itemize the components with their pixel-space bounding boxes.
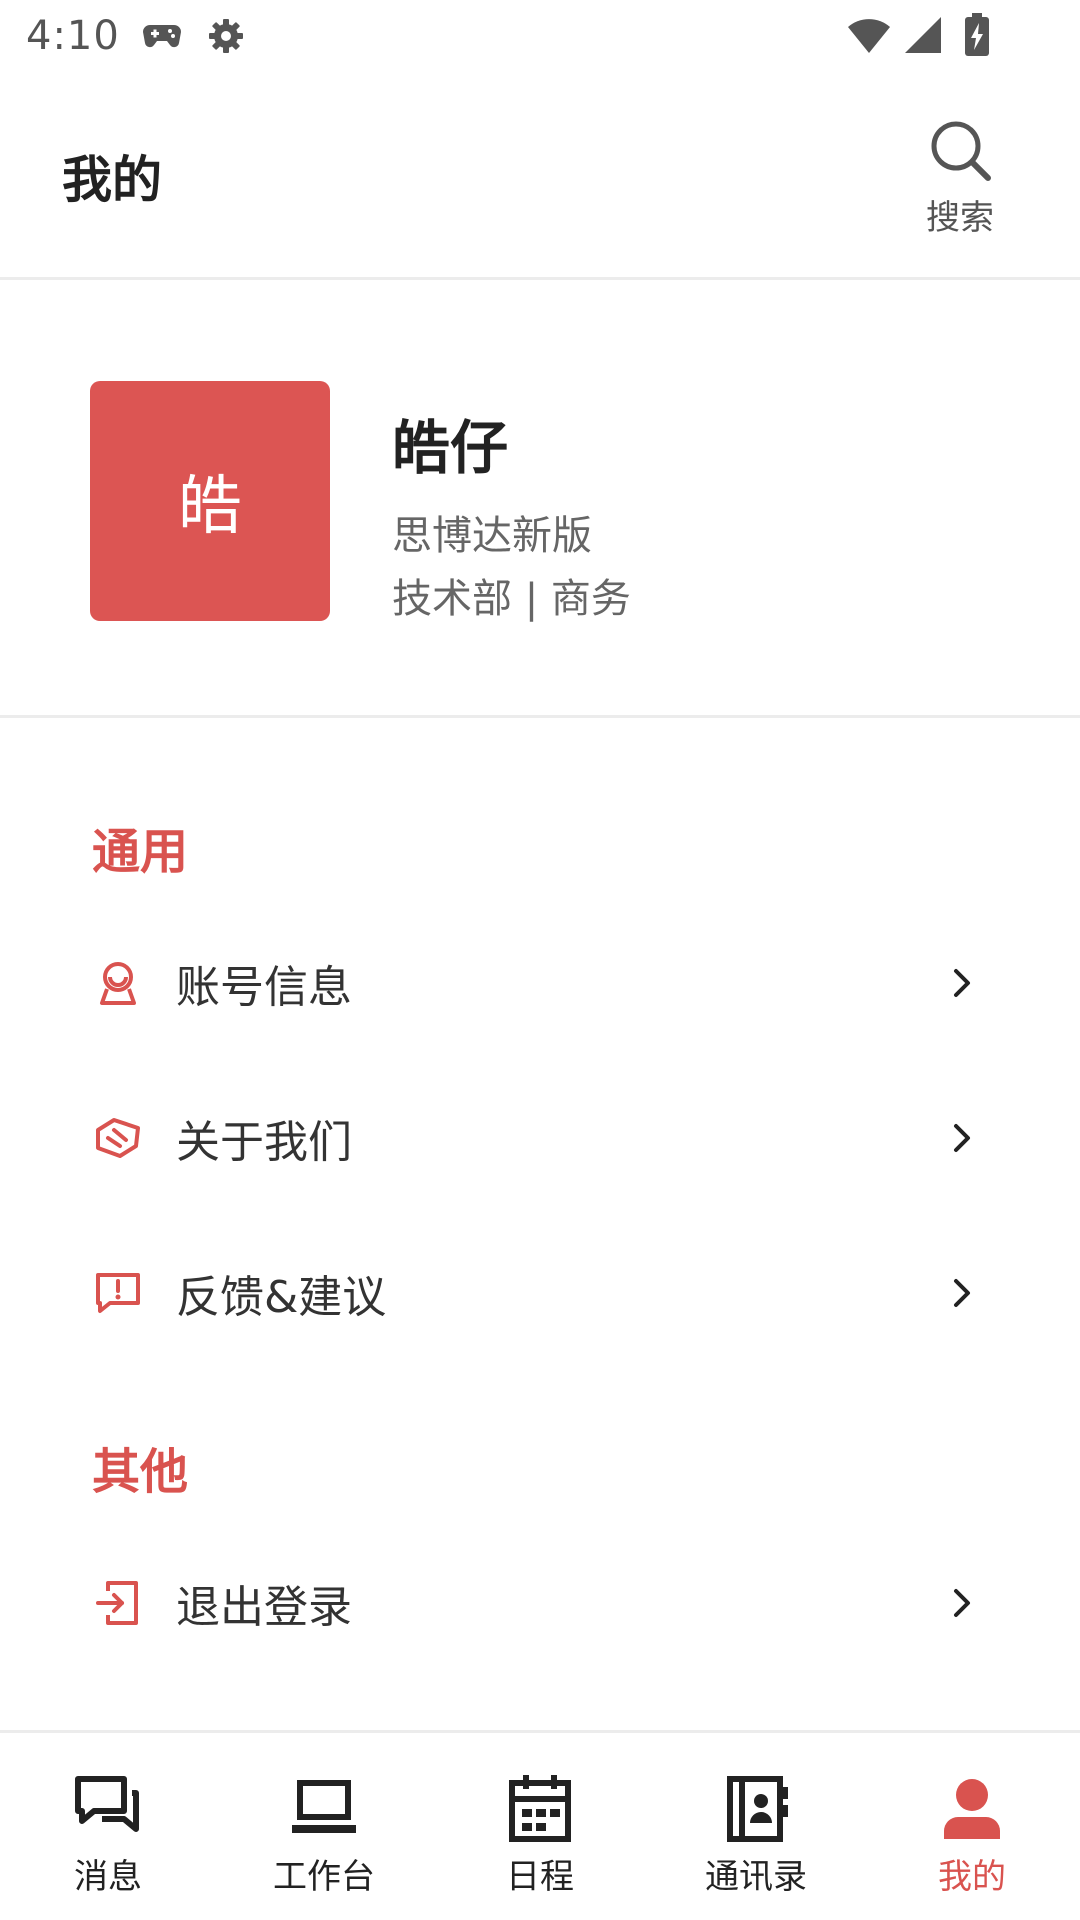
- section-title-other: 其他: [92, 1444, 189, 1500]
- status-time: 4:10: [26, 13, 120, 59]
- contacts-icon: [727, 1776, 788, 1842]
- nav-tab-schedule[interactable]: 日程: [432, 1733, 648, 1920]
- profile-department: 技术部 | 商务: [392, 576, 631, 622]
- avatar[interactable]: 皓: [90, 381, 330, 621]
- menu-item-logout[interactable]: 退出登录: [0, 1528, 1080, 1678]
- status-bar: 4:10: [0, 0, 1080, 72]
- person-icon: [944, 1779, 1000, 1839]
- chevron-right-icon: [954, 1589, 970, 1617]
- page-title: 我的: [62, 151, 162, 209]
- bottom-navigation: 消息 工作台 日程 通讯录 我的: [0, 1730, 1080, 1920]
- feedback-icon: [92, 1267, 144, 1319]
- calendar-icon: [509, 1775, 571, 1842]
- chevron-right-icon: [954, 969, 970, 997]
- cellular-signal-icon: [900, 12, 946, 58]
- account-icon: [92, 957, 144, 1009]
- menu-item-label: 关于我们: [176, 1117, 352, 1168]
- settings-gear-icon: [204, 14, 248, 58]
- menu-item-feedback[interactable]: 反馈&建议: [0, 1218, 1080, 1368]
- nav-tab-workbench[interactable]: 工作台: [216, 1733, 432, 1920]
- nav-label: 工作台: [273, 1857, 375, 1897]
- gamepad-icon: [140, 14, 184, 58]
- nav-tab-contacts[interactable]: 通讯录: [648, 1733, 864, 1920]
- logout-icon: [92, 1577, 144, 1629]
- app-header: 我的 搜索: [0, 72, 1080, 280]
- menu-item-account-info[interactable]: 账号信息: [0, 908, 1080, 1058]
- profile-card[interactable]: 皓 皓仔 思博达新版 技术部 | 商务: [0, 283, 1080, 718]
- profile-company: 思博达新版: [392, 513, 592, 559]
- chevron-right-icon: [954, 1124, 970, 1152]
- handshake-icon: [92, 1112, 144, 1164]
- laptop-icon: [292, 1780, 356, 1833]
- screen: 4:10 我的 搜索 皓 皓仔 思博达新版 技术部 | 商务 通用 账号信息 关…: [0, 0, 1080, 1920]
- menu-item-label: 退出登录: [176, 1582, 352, 1633]
- nav-tab-mine[interactable]: 我的: [864, 1733, 1080, 1920]
- search-label: 搜索: [926, 198, 994, 238]
- battery-charging-icon: [954, 12, 1000, 58]
- search-button[interactable]: 搜索: [900, 116, 1020, 246]
- menu-item-label: 账号信息: [176, 962, 352, 1013]
- search-icon: [931, 121, 991, 181]
- profile-name: 皓仔: [392, 414, 509, 482]
- status-indicators: [838, 12, 1000, 58]
- section-title-general: 通用: [92, 824, 189, 880]
- messages-icon: [75, 1776, 139, 1832]
- menu-item-label: 反馈&建议: [176, 1272, 387, 1323]
- nav-label: 我的: [938, 1857, 1006, 1897]
- nav-label: 通讯录: [705, 1857, 807, 1897]
- avatar-initial: 皓: [178, 470, 242, 544]
- wifi-icon: [846, 12, 892, 58]
- nav-tab-messages[interactable]: 消息: [0, 1733, 216, 1920]
- menu-item-about-us[interactable]: 关于我们: [0, 1063, 1080, 1213]
- nav-label: 消息: [74, 1857, 142, 1897]
- chevron-right-icon: [954, 1279, 970, 1307]
- nav-label: 日程: [506, 1857, 574, 1897]
